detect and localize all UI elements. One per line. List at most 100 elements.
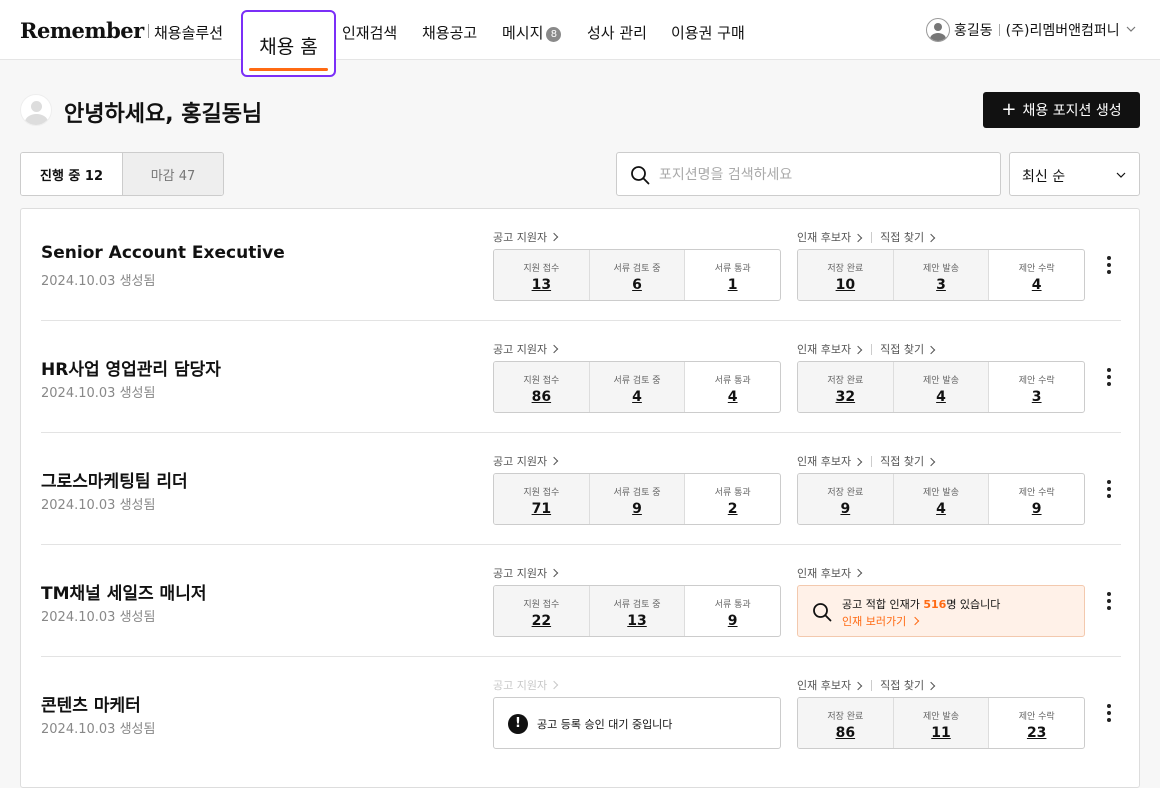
user-menu[interactable]: 홍길동 (주)리멤버앤컴퍼니 <box>926 18 1120 42</box>
position-title[interactable]: Senior Account Executive <box>41 243 285 263</box>
stat-passed[interactable]: 서류 통과 4 <box>684 362 780 412</box>
nav-recruit-home[interactable]: 채용 홈 <box>241 10 336 77</box>
stat-received[interactable]: 지원 접수 86 <box>494 362 589 412</box>
stat-value: 3 <box>1031 389 1042 405</box>
stat-offered[interactable]: 제안 발송 3 <box>892 250 989 300</box>
stat-received[interactable]: 지원 접수 22 <box>494 586 589 636</box>
stat-value: 9 <box>727 613 738 629</box>
stat-label: 지원 접수 <box>523 264 560 274</box>
label-divider <box>871 455 873 467</box>
greeting-title: 안녕하세요, 홍길동님 <box>64 102 263 127</box>
top-header: Remember 채용솔루션 채용 홈 인재검색 채용공고 메시지 8 성사 관리… <box>0 0 1160 77</box>
view-talent-link[interactable]: 인재 보러가기 <box>842 613 920 629</box>
stat-saved[interactable]: 저장 완료 32 <box>798 362 893 412</box>
stat-reviewing[interactable]: 서류 검토 중 13 <box>588 586 685 636</box>
stat-reviewing[interactable]: 서류 검토 중 9 <box>588 474 685 524</box>
position-row: Senior Account Executive 2024.10.03 생성됨 … <box>41 209 1121 321</box>
stat-reviewing[interactable]: 서류 검토 중 4 <box>588 362 685 412</box>
stat-reviewing[interactable]: 서류 검토 중 6 <box>588 250 685 300</box>
stat-label: 지원 접수 <box>523 488 560 498</box>
applicant-stats: 지원 접수 86 서류 검토 중 4 서류 통과 4 <box>493 361 781 413</box>
label-divider <box>871 679 873 691</box>
stat-label: 서류 검토 중 <box>613 264 661 274</box>
message-count-badge: 8 <box>546 27 562 42</box>
direct-search-link[interactable]: 직접 찾기 <box>880 341 936 357</box>
applicants-link[interactable]: 공고 지원자 <box>493 229 559 245</box>
stat-saved[interactable]: 저장 완료 86 <box>798 698 893 748</box>
applicants-link[interactable]: 공고 지원자 <box>493 453 559 469</box>
talent-stats: 저장 완료 10 제안 발송 3 제안 수락 4 <box>797 249 1085 301</box>
talent-link[interactable]: 인재 후보자 <box>797 677 863 693</box>
stat-offered[interactable]: 제안 발송 4 <box>892 362 989 412</box>
chevron-right-icon <box>853 233 863 243</box>
stat-offered[interactable]: 제안 발송 11 <box>892 698 989 748</box>
tab-closed[interactable]: 마감 47 <box>122 153 223 195</box>
plus-icon: + <box>1001 99 1017 120</box>
applicant-stats: 지원 접수 22 서류 검토 중 13 서류 통과 9 <box>493 585 781 637</box>
stat-accepted[interactable]: 제안 수락 23 <box>988 698 1084 748</box>
stat-value: 6 <box>632 277 642 293</box>
position-created-date: 2024.10.03 생성됨 <box>41 610 156 625</box>
sort-select[interactable]: 최신 순 <box>1009 152 1140 196</box>
position-row: TM채널 세일즈 매니저 2024.10.03 생성됨 공고 지원자 인재 후보… <box>41 545 1121 657</box>
position-created-date: 2024.10.03 생성됨 <box>41 722 156 737</box>
applicants-link[interactable]: 공고 지원자 <box>493 341 559 357</box>
position-row: 그로스마케팅팀 리더 2024.10.03 생성됨 공고 지원자 인재 후보자 … <box>41 433 1121 545</box>
stat-received[interactable]: 지원 접수 13 <box>494 250 589 300</box>
stat-passed[interactable]: 서류 통과 9 <box>684 586 780 636</box>
position-row: HR사업 영업관리 담당자 2024.10.03 생성됨 공고 지원자 인재 후… <box>41 321 1121 433</box>
talent-link[interactable]: 인재 후보자 <box>797 565 863 581</box>
more-options-icon[interactable] <box>1101 255 1117 275</box>
nav-job-postings[interactable]: 채용공고 <box>422 22 477 43</box>
position-search-input[interactable] <box>659 164 979 186</box>
stat-value: 1 <box>727 277 738 293</box>
stat-saved[interactable]: 저장 완료 10 <box>798 250 893 300</box>
talent-link[interactable]: 인재 후보자 <box>797 229 863 245</box>
chevron-right-icon <box>549 456 559 466</box>
stat-label: 서류 통과 <box>714 264 751 274</box>
direct-search-link[interactable]: 직접 찾기 <box>880 677 936 693</box>
chevron-right-icon <box>549 568 559 578</box>
position-title[interactable]: TM채널 세일즈 매니저 <box>41 579 206 604</box>
more-options-icon[interactable] <box>1101 479 1117 499</box>
stat-offered[interactable]: 제안 발송 4 <box>892 474 989 524</box>
more-options-icon[interactable] <box>1101 591 1117 611</box>
active-tab-indicator <box>249 68 328 71</box>
stat-accepted[interactable]: 제안 수락 3 <box>988 362 1084 412</box>
direct-search-link[interactable]: 직접 찾기 <box>880 453 936 469</box>
nav-talent-search[interactable]: 인재검색 <box>342 22 397 43</box>
stat-accepted[interactable]: 제안 수락 4 <box>988 250 1084 300</box>
talent-link[interactable]: 인재 후보자 <box>797 341 863 357</box>
nav-messages[interactable]: 메시지 8 <box>502 22 562 43</box>
stat-label: 제안 수락 <box>1018 264 1055 274</box>
stat-value: 10 <box>835 277 856 293</box>
position-row: 콘텐츠 마케터 2024.10.03 생성됨 공고 지원자 인재 후보자 직접 … <box>41 657 1121 769</box>
stat-label: 제안 발송 <box>923 264 959 274</box>
remember-logo[interactable]: Remember <box>20 18 144 43</box>
stat-passed[interactable]: 서류 통과 1 <box>684 250 780 300</box>
talent-candidates-header: 인재 후보자 직접 찾기 <box>797 677 936 693</box>
create-position-button[interactable]: + 채용 포지션 생성 <box>983 92 1140 128</box>
applicants-link[interactable]: 공고 지원자 <box>493 565 559 581</box>
chevron-down-icon[interactable] <box>1126 24 1136 34</box>
stat-accepted[interactable]: 제안 수락 9 <box>988 474 1084 524</box>
stat-value: 23 <box>1026 725 1047 741</box>
position-title[interactable]: 그로스마케팅팀 리더 <box>41 467 188 492</box>
direct-search-link[interactable]: 직접 찾기 <box>880 229 936 245</box>
talent-link[interactable]: 인재 후보자 <box>797 453 863 469</box>
user-name: 홍길동 <box>954 23 993 39</box>
stat-received[interactable]: 지원 접수 71 <box>494 474 589 524</box>
more-options-icon[interactable] <box>1101 367 1117 387</box>
label-divider <box>871 343 873 355</box>
chevron-right-icon <box>853 681 863 691</box>
stat-passed[interactable]: 서류 통과 2 <box>684 474 780 524</box>
position-title[interactable]: HR사업 영업관리 담당자 <box>41 355 221 380</box>
tab-in-progress[interactable]: 진행 중 12 <box>21 153 122 195</box>
more-options-icon[interactable] <box>1101 703 1117 723</box>
stat-saved[interactable]: 저장 완료 9 <box>798 474 893 524</box>
position-title[interactable]: 콘텐츠 마케터 <box>41 691 141 716</box>
logo-subtitle: 채용솔루션 <box>154 24 224 42</box>
stat-label: 제안 수락 <box>1018 712 1055 722</box>
nav-deal-management[interactable]: 성사 관리 <box>587 22 647 43</box>
nav-purchase-pass[interactable]: 이용권 구매 <box>671 22 745 43</box>
